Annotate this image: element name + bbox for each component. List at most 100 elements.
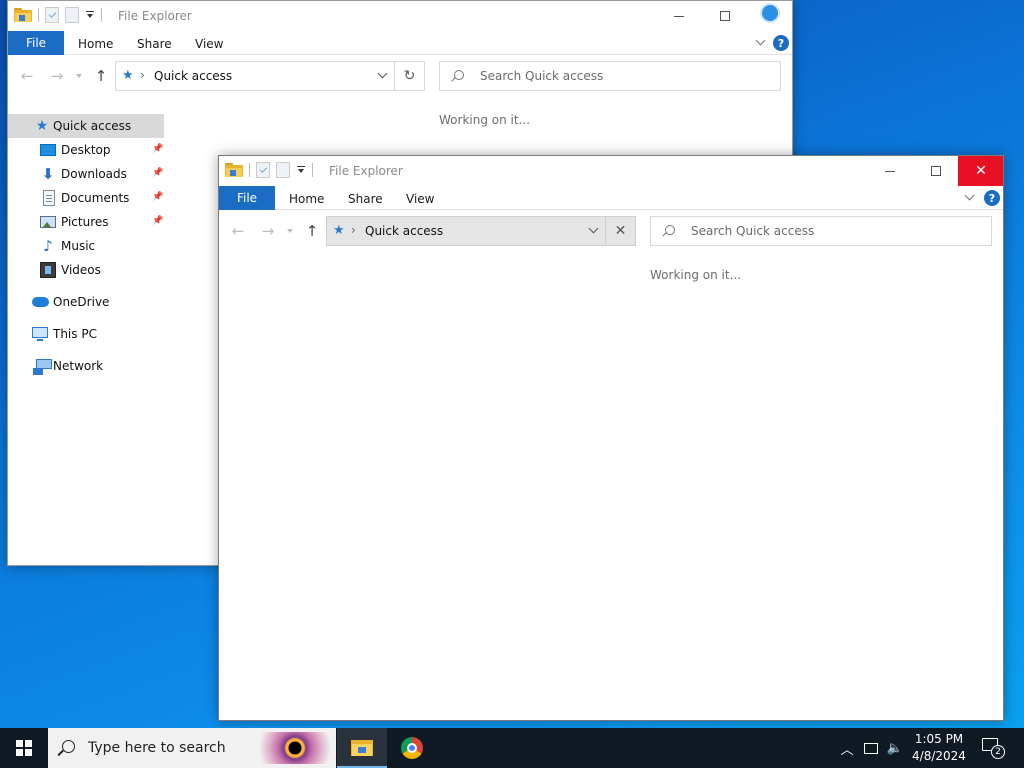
nav-item-label: Quick access	[53, 119, 132, 133]
this-pc-icon	[32, 327, 48, 341]
forward-arrow-icon[interactable]: →	[259, 222, 277, 240]
toolbar-separator	[38, 8, 39, 22]
content-area: Working on it...	[219, 252, 1003, 720]
quick-access-star-icon: ★	[333, 223, 345, 238]
nav-item-quick-access[interactable]: ★ Quick access	[8, 114, 164, 138]
tab-share[interactable]: Share	[348, 192, 383, 206]
start-button[interactable]	[0, 728, 48, 768]
stop-loading-button[interactable]: ✕	[606, 216, 636, 246]
tab-file[interactable]: File	[219, 186, 275, 210]
nav-item-network[interactable]: Network	[8, 354, 164, 378]
search-highlight-image[interactable]	[258, 732, 332, 764]
volume-tray-button[interactable]: 🔈	[884, 728, 906, 768]
nav-item-desktop[interactable]: Desktop 📌	[8, 138, 164, 162]
minimize-button[interactable]	[867, 156, 913, 186]
action-center-button[interactable]: 2	[980, 736, 1005, 760]
nav-item-label: Downloads	[61, 167, 127, 181]
taskbar-chrome-button[interactable]	[387, 728, 437, 768]
nav-item-label: This PC	[53, 327, 97, 341]
show-hidden-icons-button[interactable]: ︿	[836, 728, 858, 768]
nav-item-pictures[interactable]: Pictures 📌	[8, 210, 164, 234]
tab-view[interactable]: View	[406, 192, 434, 206]
properties-icon[interactable]	[256, 162, 270, 178]
tab-home[interactable]: Home	[289, 192, 324, 206]
nav-item-videos[interactable]: Videos	[8, 258, 164, 282]
customize-toolbar-dropdown-icon[interactable]	[296, 165, 306, 175]
pictures-icon	[40, 216, 56, 228]
search-box[interactable]: Search Quick access	[650, 216, 992, 246]
window-title: File Explorer	[329, 164, 403, 178]
expand-ribbon-chevron-icon[interactable]	[965, 192, 975, 202]
pin-icon[interactable]: 📌	[152, 168, 163, 180]
taskbar-clock[interactable]: 1:05 PM 4/8/2024	[908, 731, 970, 765]
maximize-button[interactable]	[913, 156, 959, 186]
nav-item-downloads[interactable]: ⬇ Downloads 📌	[8, 162, 164, 186]
nav-item-label: Documents	[61, 191, 130, 205]
minimize-icon	[885, 170, 895, 172]
title-bar[interactable]: File Explorer	[8, 1, 792, 31]
expand-ribbon-chevron-icon[interactable]	[756, 37, 766, 47]
help-icon[interactable]: ?	[773, 35, 789, 51]
help-icon[interactable]: ?	[984, 190, 1000, 206]
status-working-text: Working on it...	[439, 113, 531, 127]
address-dropdown-icon[interactable]	[589, 227, 599, 235]
pin-icon[interactable]: 📌	[152, 192, 163, 204]
address-bar[interactable]: ★ › Quick access	[115, 61, 395, 91]
nav-item-this-pc[interactable]: This PC	[8, 322, 164, 346]
chevron-up-icon: ︿	[840, 742, 854, 758]
up-arrow-icon[interactable]: ↑	[303, 222, 321, 240]
nav-item-documents[interactable]: Documents 📌	[8, 186, 164, 210]
new-folder-icon[interactable]	[276, 162, 290, 178]
recent-locations-dropdown-icon[interactable]	[287, 229, 293, 235]
breadcrumb-chevron-icon[interactable]: ›	[140, 68, 145, 82]
window-title: File Explorer	[118, 9, 192, 23]
nav-item-music[interactable]: ♪ Music	[8, 234, 164, 258]
downloads-icon: ⬇	[41, 165, 55, 183]
taskbar-search-box[interactable]: Type here to search	[48, 728, 336, 768]
nav-item-onedrive[interactable]: OneDrive	[8, 290, 164, 314]
nav-item-label: Videos	[61, 263, 101, 277]
search-box[interactable]: Search Quick access	[439, 61, 781, 91]
tab-home[interactable]: Home	[78, 37, 113, 51]
address-text: Quick access	[154, 69, 233, 83]
forward-arrow-icon[interactable]: →	[48, 67, 66, 85]
documents-icon	[43, 190, 55, 206]
search-icon	[62, 740, 75, 753]
refresh-button[interactable]: ↻	[395, 61, 425, 91]
maximize-button[interactable]	[702, 1, 748, 31]
taskbar: Type here to search ︿ 🔈 1:05 PM 4/8/2024…	[0, 728, 1024, 768]
navigation-bar: ← → ↑ ★ › Quick access ↻ Search Quick ac…	[8, 55, 792, 97]
minimize-icon	[674, 15, 684, 17]
tab-file[interactable]: File	[8, 31, 64, 55]
quick-access-toolbar	[225, 162, 313, 178]
user-badge-icon[interactable]	[760, 3, 780, 23]
front-file-explorer-window[interactable]: File Explorer ✕ File Home Share View ? ←…	[218, 155, 1004, 721]
pin-icon[interactable]: 📌	[152, 144, 163, 156]
properties-icon[interactable]	[45, 7, 59, 23]
toolbar-separator	[312, 163, 313, 177]
new-folder-icon[interactable]	[65, 7, 79, 23]
minimize-button[interactable]	[656, 1, 702, 31]
ribbon: File Home Share View ?	[8, 31, 792, 55]
close-button[interactable]: ✕	[958, 156, 1003, 186]
address-bar[interactable]: ★ › Quick access	[326, 216, 606, 246]
nav-item-label: Pictures	[61, 215, 109, 229]
network-tray-button[interactable]	[860, 728, 882, 768]
pin-icon[interactable]: 📌	[152, 216, 163, 228]
tab-view[interactable]: View	[195, 37, 223, 51]
back-arrow-icon[interactable]: ←	[18, 67, 36, 85]
taskbar-file-explorer-button[interactable]	[337, 728, 387, 768]
address-dropdown-icon[interactable]	[378, 72, 388, 80]
title-bar[interactable]: File Explorer ✕	[219, 156, 1003, 186]
tab-share[interactable]: Share	[137, 37, 172, 51]
music-icon: ♪	[43, 237, 53, 255]
maximize-icon	[931, 166, 941, 176]
quick-access-star-icon: ★	[35, 118, 49, 134]
breadcrumb-chevron-icon[interactable]: ›	[351, 223, 356, 237]
recent-locations-dropdown-icon[interactable]	[76, 74, 82, 80]
back-arrow-icon[interactable]: ←	[229, 222, 247, 240]
customize-toolbar-dropdown-icon[interactable]	[85, 10, 95, 20]
up-arrow-icon[interactable]: ↑	[92, 67, 110, 85]
onedrive-icon	[32, 297, 49, 307]
search-icon	[665, 225, 675, 235]
